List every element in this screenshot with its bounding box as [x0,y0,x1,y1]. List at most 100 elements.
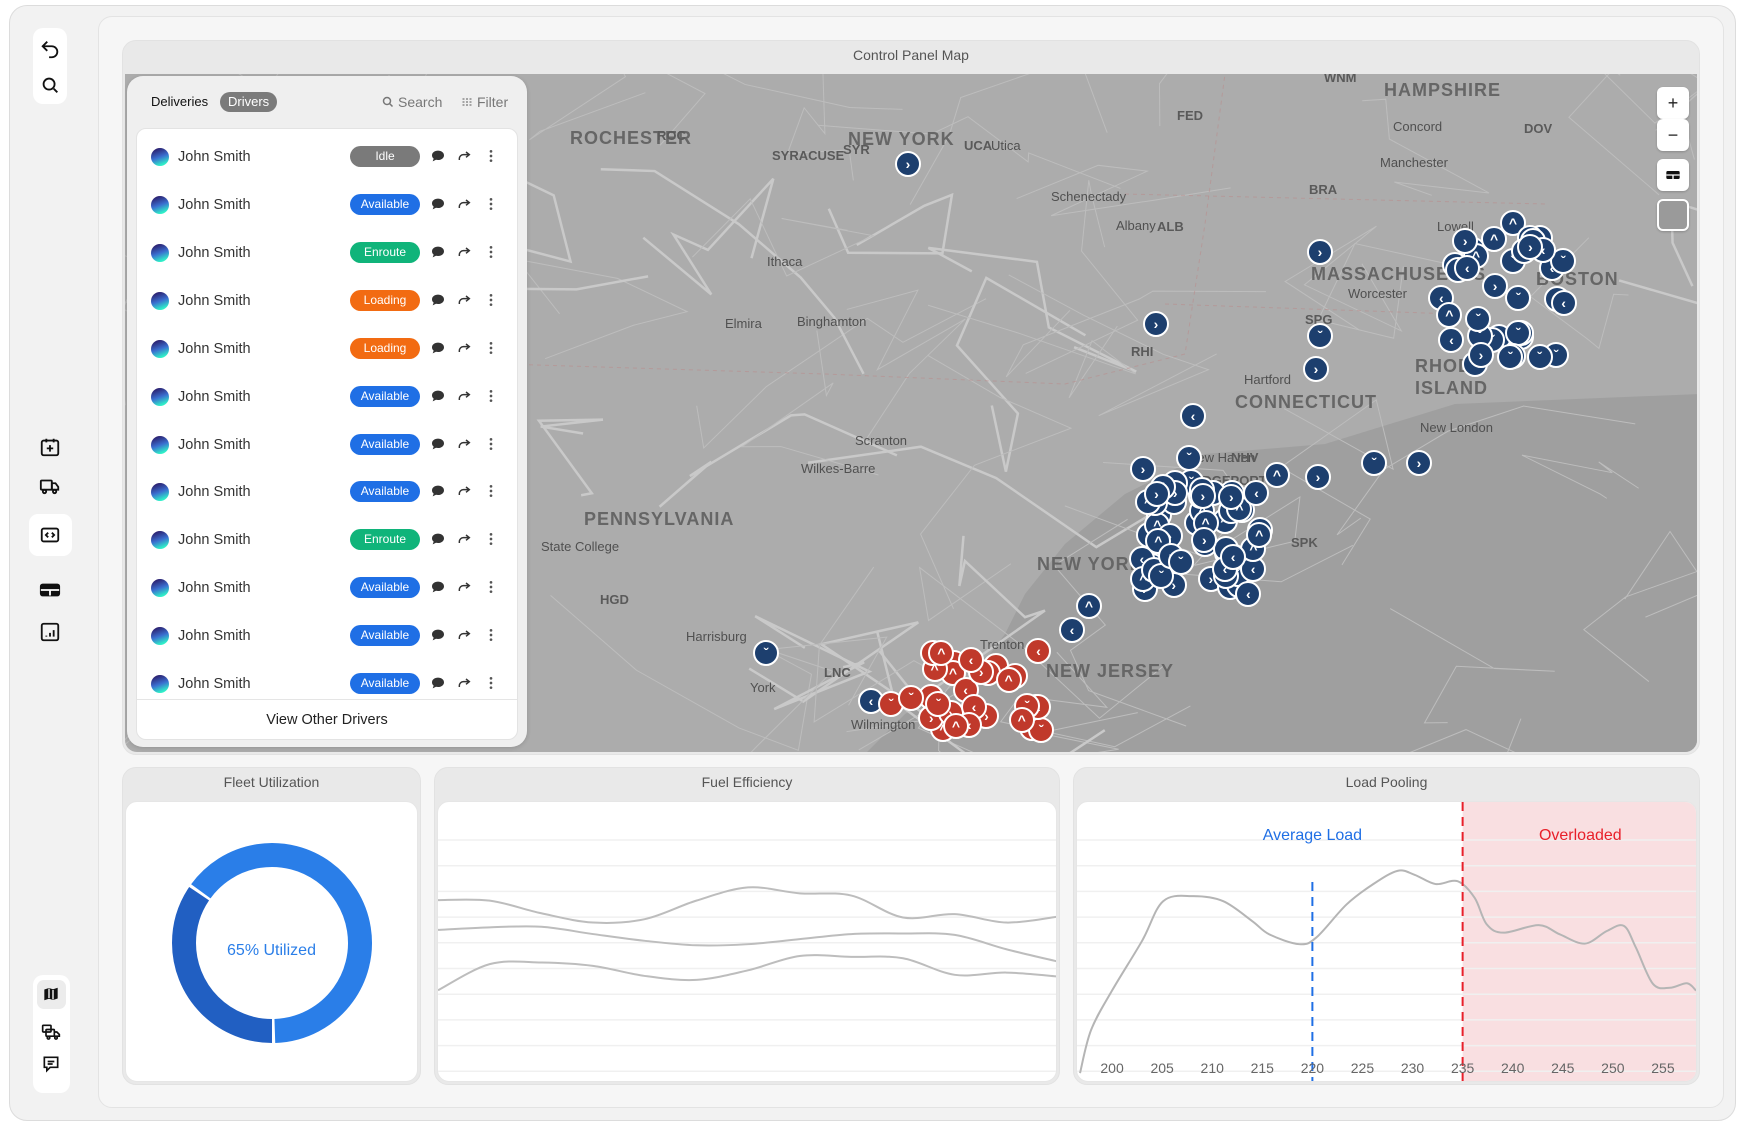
forward-icon[interactable] [454,290,474,310]
map-marker[interactable]: › [1452,227,1479,254]
filter-button[interactable]: Filter [461,94,508,110]
more-options-icon[interactable] [481,577,501,597]
view-other-drivers-button[interactable]: View Other Drivers [137,699,517,739]
more-options-icon[interactable] [481,146,501,166]
forward-icon[interactable] [454,673,474,693]
zoom-out-button[interactable]: − [1657,119,1689,151]
bar-chart-icon[interactable] [33,615,67,649]
map-marker[interactable]: ‹ [1059,617,1085,643]
message-icon[interactable] [428,242,448,262]
table-icon[interactable] [33,573,67,607]
map-marker[interactable]: ˇ [1307,323,1333,349]
message-icon[interactable] [428,434,448,454]
map-marker[interactable]: ^ [1246,521,1273,548]
forward-icon[interactable] [454,242,474,262]
driver-row[interactable]: John Smith Available [137,612,517,660]
more-options-icon[interactable] [481,529,501,549]
map-marker[interactable]: ˇ [1167,548,1194,575]
calendar-add-icon[interactable] [33,430,67,464]
driver-row[interactable]: John Smith Available [137,421,517,469]
more-options-icon[interactable] [481,194,501,214]
map-marker[interactable]: › [1143,480,1170,507]
more-options-icon[interactable] [481,434,501,454]
chat-icon[interactable] [34,1047,68,1081]
driver-row[interactable]: John Smith Enroute [137,229,517,277]
map-label: SYRACUSE [772,148,845,163]
driver-row[interactable]: John Smith Enroute [137,516,517,564]
more-options-icon[interactable] [481,673,501,693]
message-icon[interactable] [428,146,448,166]
map-marker[interactable]: › [1307,239,1333,265]
map-marker[interactable]: ˇ [1465,306,1492,332]
map-marker[interactable]: ^ [1076,593,1102,619]
map-marker[interactable]: ˇ [898,685,924,711]
map-marker[interactable]: ‹ [1180,403,1206,429]
forward-icon[interactable] [454,338,474,358]
message-icon[interactable] [428,529,448,549]
map-icon[interactable] [34,977,68,1011]
message-icon[interactable] [428,290,448,310]
driver-row[interactable]: John Smith Available [137,564,517,612]
driver-row[interactable]: John Smith Available [137,468,517,516]
driver-row[interactable]: John Smith Loading [137,325,517,373]
map-marker[interactable]: › [1406,450,1432,476]
message-icon[interactable] [428,673,448,693]
map-marker[interactable]: › [1303,356,1329,382]
forward-icon[interactable] [454,146,474,166]
driver-row[interactable]: John Smith Loading [137,277,517,325]
tab-deliveries[interactable]: Deliveries [151,94,208,109]
map-marker[interactable]: ^ [943,713,969,739]
more-options-icon[interactable] [481,625,501,645]
fuel-efficiency-card: Fuel Efficiency [434,767,1060,1085]
more-options-icon[interactable] [481,386,501,406]
map-marker[interactable]: ‹ [1454,254,1481,281]
map-marker[interactable]: › [1189,483,1216,510]
status-badge: Available [350,433,420,455]
map-marker[interactable]: ^ [1264,462,1290,488]
map-marker[interactable]: ˇ [753,640,779,666]
map-marker[interactable]: › [1467,342,1494,369]
map-legend-button[interactable] [1657,159,1689,191]
forward-icon[interactable] [454,529,474,549]
sidebar-item-active[interactable] [29,514,72,556]
forward-icon[interactable] [454,386,474,406]
search-button[interactable]: Search [382,94,442,110]
more-options-icon[interactable] [481,338,501,358]
forward-icon[interactable] [454,625,474,645]
map-marker[interactable]: ˇ [1526,344,1553,371]
map-marker[interactable]: ˇ [1176,445,1202,471]
message-icon[interactable] [428,338,448,358]
map-label: WNM [1324,74,1357,85]
map-marker[interactable]: › [1143,311,1169,337]
tab-drivers[interactable]: Drivers [220,92,278,112]
map-marker[interactable]: › [895,151,921,177]
more-options-icon[interactable] [481,290,501,310]
fleet-icon[interactable] [34,1015,68,1049]
driver-row[interactable]: John Smith Idle [137,133,517,181]
driver-row[interactable]: John Smith Available [137,373,517,421]
map-marker[interactable]: › [1305,464,1331,490]
forward-icon[interactable] [454,481,474,501]
more-options-icon[interactable] [481,481,501,501]
map-layer-toggle[interactable] [1657,199,1689,231]
more-options-icon[interactable] [481,242,501,262]
forward-icon[interactable] [454,577,474,597]
message-icon[interactable] [428,577,448,597]
message-icon[interactable] [428,194,448,214]
undo-icon[interactable] [33,32,67,66]
map-marker[interactable]: ^ [995,666,1022,693]
message-icon[interactable] [428,386,448,406]
driver-row[interactable]: John Smith Available [137,181,517,229]
map-marker[interactable]: ^ [1008,706,1035,733]
zoom-in-button[interactable]: + [1657,87,1689,119]
message-icon[interactable] [428,625,448,645]
message-icon[interactable] [428,481,448,501]
map-marker[interactable]: ^ [928,639,955,666]
forward-icon[interactable] [454,194,474,214]
forward-icon[interactable] [454,434,474,454]
map-marker[interactable]: ‹ [957,647,984,674]
map-marker[interactable]: ˇ [1361,450,1387,476]
map-marker[interactable]: ‹ [1550,290,1577,317]
search-icon[interactable] [33,68,67,102]
truck-icon[interactable] [33,469,67,503]
